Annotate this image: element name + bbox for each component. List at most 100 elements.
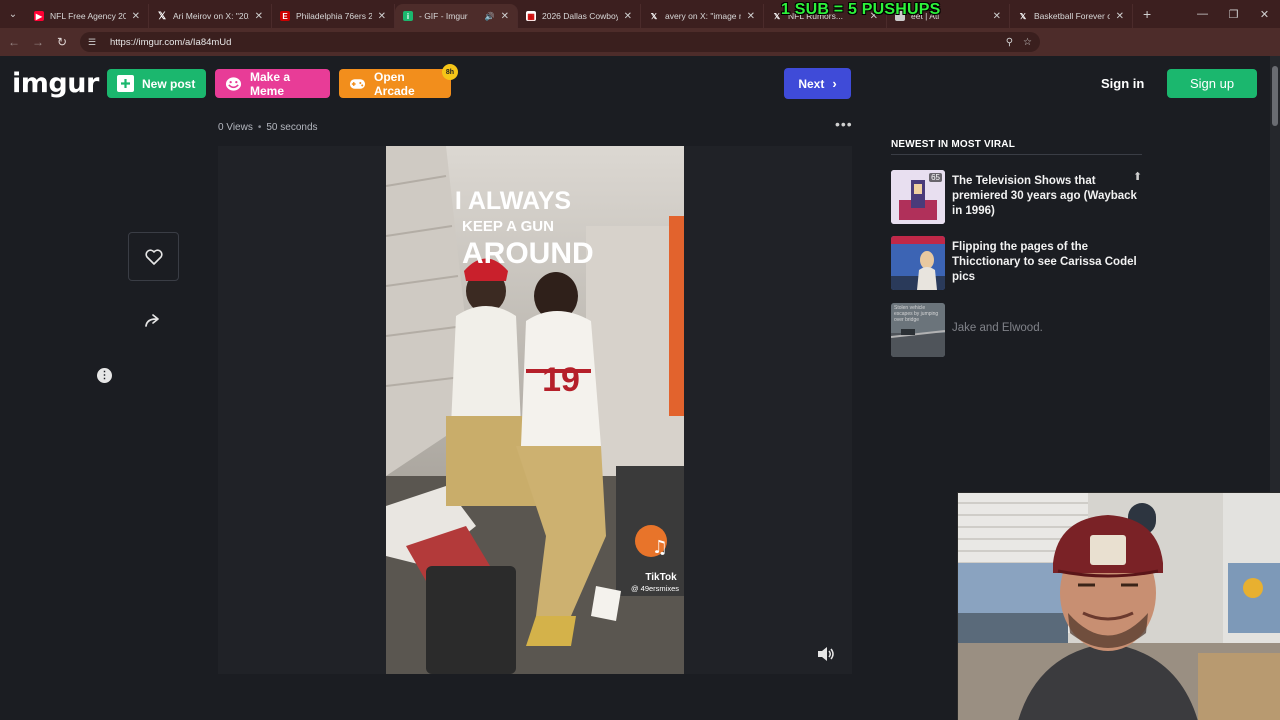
post-meta: 0 Views • 50 seconds [218, 122, 318, 133]
window-controls: — ❐ ✕ [1187, 0, 1280, 28]
webcam-overlay [957, 492, 1280, 720]
restore-icon[interactable]: ❐ [1218, 0, 1249, 28]
make-a-meme-button[interactable]: Make a Meme [215, 69, 330, 98]
x-icon: 𝕏 [1019, 11, 1027, 21]
close-window-icon[interactable]: ✕ [1249, 0, 1280, 28]
tiktok-logo-icon: ♫ [652, 537, 668, 558]
viral-thumbnail-caption: Stolen vehicle escapes by jumping over b… [894, 305, 939, 323]
browser-tab-active[interactable]: i - GIF - Imgur 🔊 ✕ [395, 4, 518, 28]
tab-search-chevron-icon[interactable]: ⌄ [0, 0, 26, 28]
close-icon[interactable]: ✕ [624, 11, 632, 22]
close-icon[interactable]: ✕ [993, 11, 1001, 22]
make-a-meme-label: Make a Meme [250, 69, 291, 98]
open-arcade-label: Open Arcade [374, 69, 415, 98]
youtube-icon: ▶ [34, 11, 44, 21]
viral-title: The Television Shows that premiered 30 y… [952, 175, 1137, 217]
post-video[interactable]: 19 I ALWAYS KEEP A GUN AROUND ♫ TikTok @… [386, 146, 684, 674]
x-icon: 𝕏 [650, 11, 658, 21]
webcam-feed-illustration [958, 493, 1280, 720]
meta-separator: • [257, 122, 262, 133]
speaker-icon[interactable]: 🔊 [485, 12, 495, 21]
browser-tab[interactable]: E Philadelphia 76ers 20 ✕ [272, 4, 395, 28]
jersey-number-text: 19 [542, 361, 580, 399]
stream-overlay-text: 1 SUB = 5 PUSHUPS [781, 1, 941, 18]
new-post-button[interactable]: New post [107, 69, 206, 98]
next-label: Next [798, 76, 825, 91]
minimize-icon[interactable]: — [1187, 0, 1218, 28]
volume-icon[interactable] [815, 644, 835, 664]
site-icon: ▦ [526, 11, 536, 21]
tab-title: Philadelphia 76ers 20 [296, 11, 372, 21]
close-icon[interactable]: ✕ [501, 11, 509, 22]
viral-list-item[interactable]: 65 The Television Shows that premiered 3… [891, 170, 1142, 224]
video-frame-illustration: 19 I ALWAYS KEEP A GUN AROUND ♫ TikTok @… [386, 146, 684, 674]
back-arrow-icon[interactable]: ← [2, 28, 26, 56]
share-arrow-icon[interactable] [143, 311, 163, 331]
favorite-button[interactable] [128, 232, 179, 281]
viral-title: Flipping the pages of the Thicctionary t… [952, 241, 1137, 283]
reload-icon[interactable]: ↻ [50, 28, 74, 56]
divider [891, 154, 1142, 155]
imgur-logo[interactable]: imgur [12, 68, 99, 99]
viral-thumbnail: Stolen vehicle escapes by jumping over b… [891, 303, 945, 357]
browser-tab[interactable]: 𝕏 Basketball Forever o ✕ [1010, 4, 1133, 28]
imgur-top-nav: imgur New post Make a Meme Open Arcade 8… [0, 56, 1270, 114]
gamepad-icon [349, 75, 366, 92]
view-count: 0 Views [218, 122, 253, 133]
scroll-up-icon[interactable]: ⬆ [1133, 170, 1143, 186]
open-arcade-button[interactable]: Open Arcade [339, 69, 451, 98]
info-icon[interactable]: ⋮ [97, 368, 112, 383]
viral-title: Jake and Elwood. [952, 322, 1043, 334]
new-post-label: New post [142, 76, 196, 91]
plus-square-icon [117, 75, 134, 92]
address-bar: ← → ↻ ☰ https://imgur.com/a/Ia84mUd ⚲ ☆ … [0, 28, 1280, 77]
close-icon[interactable]: ✕ [378, 11, 386, 22]
more-options-icon[interactable]: ••• [835, 116, 853, 132]
tiktok-handle: @ 49ersmixes [631, 584, 679, 593]
browser-tab-strip: ⌄ ▶ NFL Free Agency 202 ✕ 𝕏 Ari Meirov o… [0, 0, 1280, 28]
browser-tab[interactable]: ▶ NFL Free Agency 202 ✕ [26, 4, 149, 28]
espn-icon: E [280, 11, 290, 21]
post-age: 50 seconds [266, 122, 318, 133]
browser-tab[interactable]: 𝕏 Ari Meirov on X: "202 ✕ [149, 4, 272, 28]
viral-list-item[interactable]: Stolen vehicle escapes by jumping over b… [891, 303, 1142, 357]
meme-face-icon [225, 75, 242, 92]
tab-title: NFL Free Agency 202 [50, 11, 126, 21]
zoom-icon[interactable]: ⚲ [1006, 37, 1013, 48]
arcade-timer-badge: 8h [442, 64, 458, 80]
next-post-button[interactable]: Next › [784, 68, 851, 99]
caption-line-2: KEEP A GUN [462, 218, 554, 235]
close-icon[interactable]: ✕ [1116, 11, 1124, 22]
viral-list-item[interactable]: Flipping the pages of the Thicctionary t… [891, 236, 1142, 290]
chevron-right-icon: › [832, 76, 837, 91]
caption-line-1: I ALWAYS [455, 187, 571, 215]
close-icon[interactable]: ✕ [132, 11, 140, 22]
view-count-badge: 65 [929, 173, 942, 182]
browser-tab[interactable]: ▦ 2026 Dallas Cowboys ✕ [518, 4, 641, 28]
tab-title: - GIF - Imgur [419, 11, 468, 21]
newest-in-most-viral-heading: NEWEST IN MOST VIRAL [891, 139, 1015, 150]
viral-thumbnail [891, 236, 945, 290]
close-icon[interactable]: ✕ [255, 11, 263, 22]
tab-title: Ari Meirov on X: "202 [173, 11, 249, 21]
bookmark-star-icon[interactable]: ☆ [1023, 37, 1032, 48]
tab-title: 2026 Dallas Cowboys [542, 11, 618, 21]
tiktok-watermark: TikTok [645, 572, 677, 583]
forward-arrow-icon[interactable]: → [26, 28, 50, 56]
caption-line-3: AROUND [462, 237, 594, 270]
site-settings-icon[interactable]: ☰ [88, 36, 100, 48]
viral-thumbnail: 65 [891, 170, 945, 224]
tab-title: avery on X: "image n [665, 11, 741, 21]
close-icon[interactable]: ✕ [747, 11, 755, 22]
browser-tab[interactable]: 𝕏 avery on X: "image n ✕ [641, 4, 764, 28]
imgur-icon: i [403, 11, 413, 21]
scrollbar-thumb[interactable] [1272, 66, 1278, 126]
x-icon: 𝕏 [157, 10, 167, 22]
tab-title: Basketball Forever o [1034, 11, 1110, 21]
new-tab-plus-icon[interactable]: + [1143, 6, 1151, 22]
sign-in-link[interactable]: Sign in [1101, 76, 1144, 91]
sign-up-button[interactable]: Sign up [1167, 69, 1257, 98]
url-omnibox[interactable]: ☰ https://imgur.com/a/Ia84mUd ⚲ ☆ [80, 32, 1040, 52]
url-text[interactable]: https://imgur.com/a/Ia84mUd [110, 37, 231, 48]
heart-icon [144, 248, 163, 265]
